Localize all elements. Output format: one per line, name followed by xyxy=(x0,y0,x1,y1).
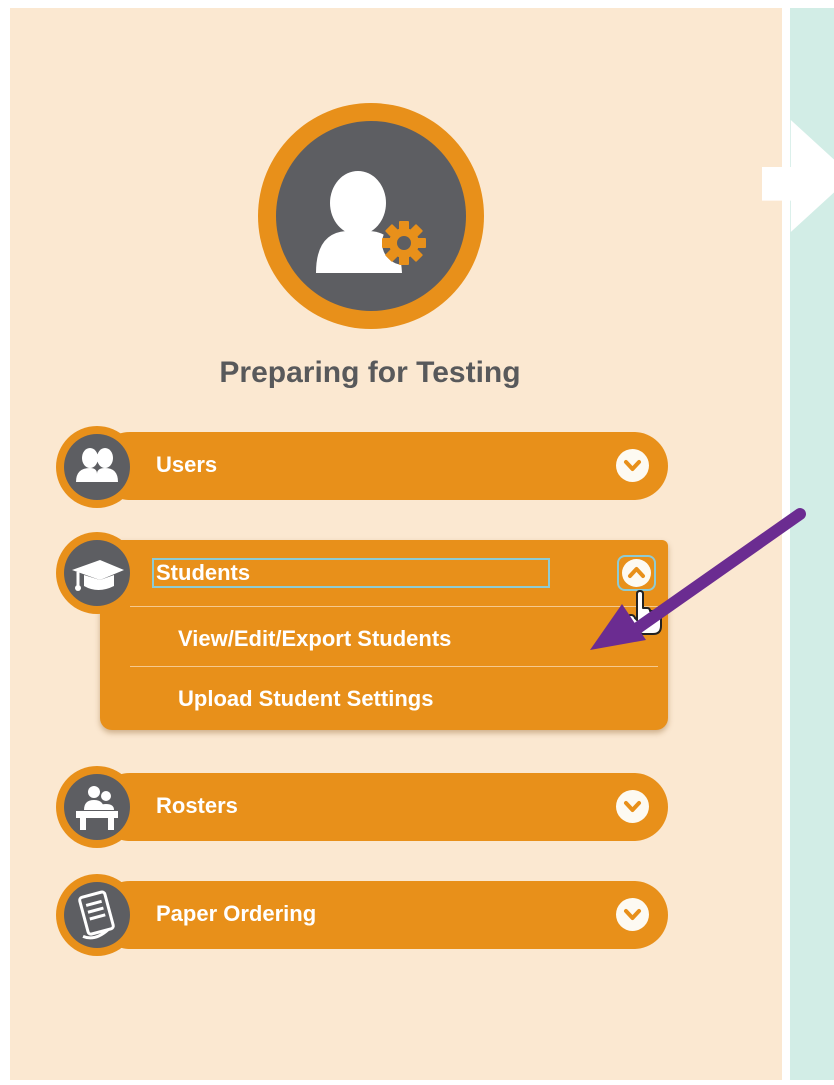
menu-item-users[interactable]: Users xyxy=(96,432,668,500)
students-icon-bubble xyxy=(56,532,138,614)
menu-item-students[interactable]: Students xyxy=(152,558,550,588)
menu-item-label: Paper Ordering xyxy=(156,901,317,926)
menu-item-rosters[interactable]: Rosters xyxy=(96,773,668,841)
chevron-down-icon[interactable] xyxy=(616,898,649,931)
menu-item-label: Rosters xyxy=(156,793,238,818)
submenu-item-view-edit-export-students[interactable]: View/Edit/Export Students xyxy=(178,626,451,652)
paper-form-icon xyxy=(64,882,130,948)
menu-item-label: Users xyxy=(156,452,218,477)
menu-item-students-expanded: Students View/Edit/Export Students Uploa… xyxy=(100,540,668,730)
menu-item-paper-ordering[interactable]: Paper Ordering xyxy=(96,881,668,949)
chevron-up-icon xyxy=(622,559,651,587)
users-icon-bubble xyxy=(56,426,138,508)
chevron-down-icon[interactable] xyxy=(616,449,649,482)
users-icon xyxy=(64,434,130,500)
divider xyxy=(130,666,658,667)
paper-ordering-icon-bubble xyxy=(56,874,138,956)
section-title: Preparing for Testing xyxy=(219,356,521,389)
graduation-cap-icon xyxy=(64,540,130,606)
chevron-down-icon[interactable] xyxy=(616,790,649,823)
divider xyxy=(130,606,658,607)
classroom-icon xyxy=(64,774,130,840)
section-hero-icon xyxy=(258,103,484,329)
collapse-button[interactable] xyxy=(617,555,656,591)
submenu-item-upload-student-settings[interactable]: Upload Student Settings xyxy=(178,686,433,712)
user-gear-icon xyxy=(276,121,466,311)
hand-cursor-icon xyxy=(623,590,663,641)
rosters-icon-bubble xyxy=(56,766,138,848)
